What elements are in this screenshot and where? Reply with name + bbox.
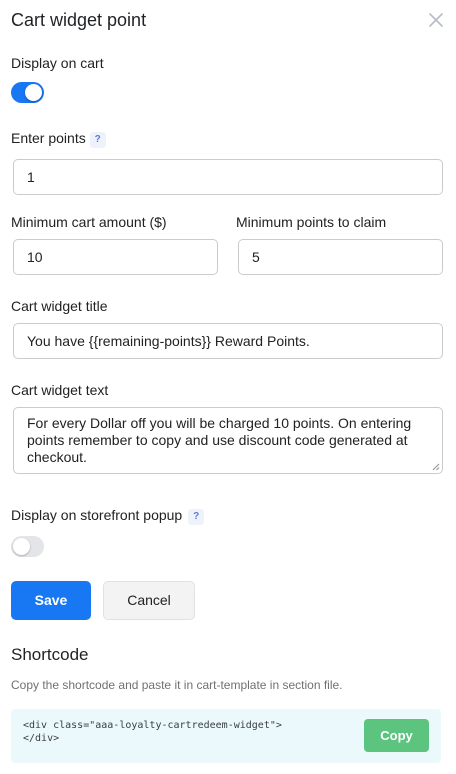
close-icon [429, 13, 443, 27]
copy-button[interactable]: Copy [364, 719, 429, 752]
enter-points-label-text: Enter points [11, 130, 86, 146]
storefront-popup-label: Display on storefront popup? [11, 507, 205, 525]
close-button[interactable] [427, 11, 445, 29]
cancel-button[interactable]: Cancel [103, 581, 195, 620]
help-icon[interactable]: ? [89, 132, 106, 148]
toggle-knob [13, 538, 30, 555]
display-on-cart-toggle[interactable] [11, 82, 44, 103]
toggle-knob [25, 84, 42, 101]
shortcode-title: Shortcode [11, 645, 89, 664]
shortcode-hint: Copy the shortcode and paste it in cart-… [11, 678, 343, 692]
shortcode-code: <div class="aaa-loyalty-cartredeem-widge… [23, 720, 282, 744]
min-points-claim-label: Minimum points to claim [236, 214, 387, 230]
shortcode-box: <div class="aaa-loyalty-cartredeem-widge… [11, 709, 441, 763]
cart-widget-text-textarea[interactable]: For every Dollar off you will be charged… [13, 407, 443, 474]
cart-widget-text-label: Cart widget text [11, 382, 109, 398]
storefront-popup-label-text: Display on storefront popup [11, 507, 183, 523]
cart-widget-point-panel: Cart widget point Display on cart Enter … [0, 0, 456, 774]
cart-widget-title-input[interactable]: You have {{remaining-points}} Reward Poi… [13, 323, 443, 359]
min-cart-amount-label: Minimum cart amount ($) [11, 214, 167, 230]
panel-title: Cart widget point [11, 10, 147, 30]
cart-widget-title-label: Cart widget title [11, 298, 108, 314]
enter-points-input[interactable]: 1 [13, 159, 443, 195]
cart-widget-text-value: For every Dollar off you will be charged… [27, 415, 412, 465]
resize-grip-icon[interactable] [432, 463, 440, 471]
save-button[interactable]: Save [11, 581, 91, 620]
help-icon[interactable]: ? [188, 509, 205, 525]
min-cart-amount-input[interactable]: 10 [13, 239, 218, 275]
display-on-cart-label: Display on cart [11, 55, 104, 71]
min-points-claim-input[interactable]: 5 [238, 239, 443, 275]
storefront-popup-toggle[interactable] [11, 536, 44, 557]
enter-points-label: Enter points? [11, 130, 106, 148]
